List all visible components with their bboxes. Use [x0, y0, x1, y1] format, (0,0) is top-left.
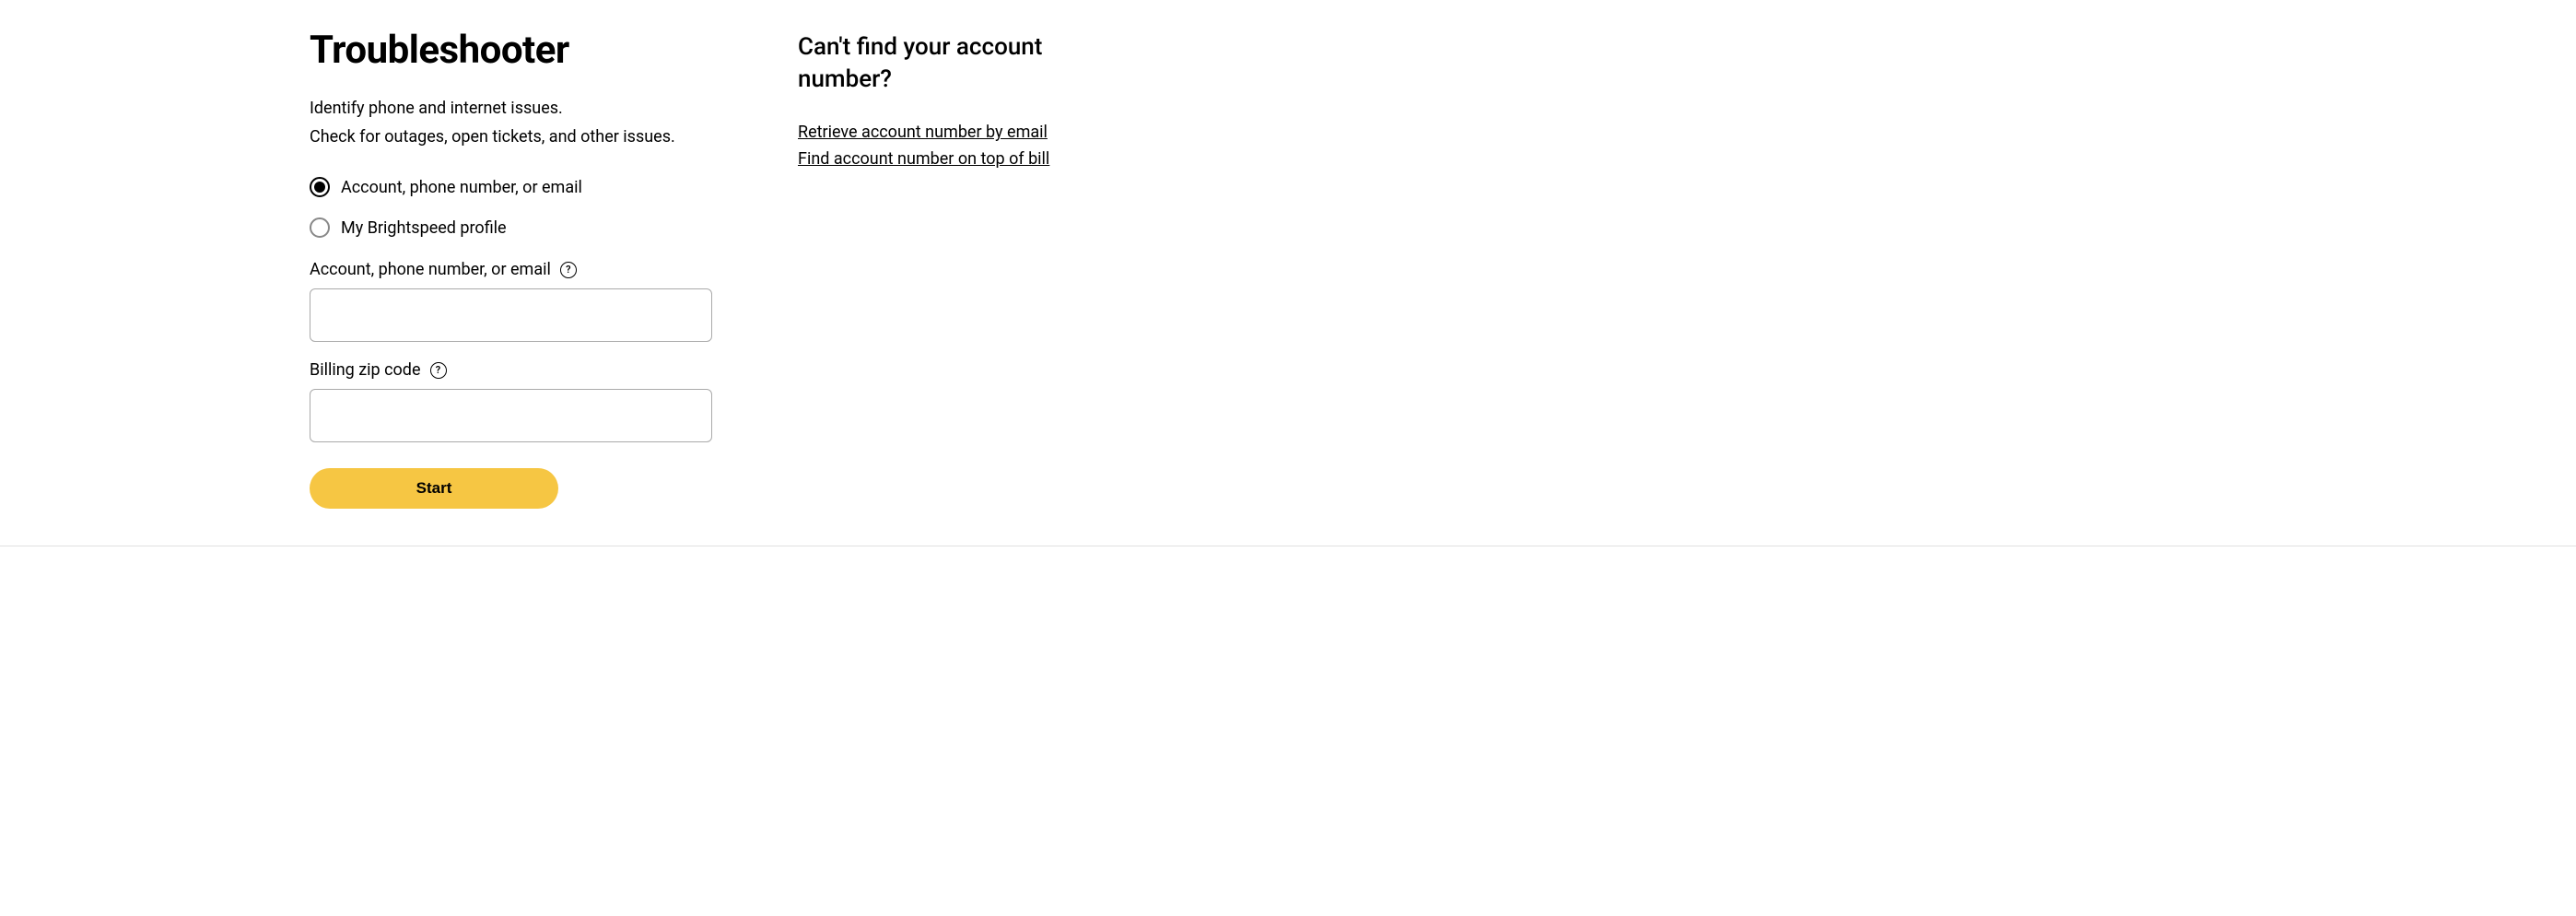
radio-selected-icon: [310, 177, 330, 197]
radio-unselected-icon: [310, 217, 330, 238]
account-input[interactable]: [310, 288, 712, 342]
start-button[interactable]: Start: [310, 468, 558, 509]
subtitle-block: Identify phone and internet issues. Chec…: [310, 95, 733, 151]
radio-dot-icon: [314, 182, 325, 193]
retrieve-by-email-link[interactable]: Retrieve account number by email: [798, 120, 1111, 147]
zip-field-label: Billing zip code: [310, 360, 421, 380]
page-title: Troubleshooter: [310, 28, 733, 73]
lookup-method-radio-group: Account, phone number, or email My Brigh…: [310, 177, 733, 238]
zip-input[interactable]: [310, 389, 712, 442]
radio-label-account: Account, phone number, or email: [341, 178, 582, 197]
subtitle-line-1: Identify phone and internet issues.: [310, 95, 733, 123]
help-heading: Can't find your account number?: [798, 31, 1111, 96]
account-field-label: Account, phone number, or email: [310, 260, 551, 279]
radio-option-profile[interactable]: My Brightspeed profile: [310, 217, 733, 238]
radio-label-profile: My Brightspeed profile: [341, 218, 507, 238]
find-on-bill-link[interactable]: Find account number on top of bill: [798, 147, 1111, 173]
account-field-group: Account, phone number, or email ?: [310, 260, 733, 342]
help-icon[interactable]: ?: [430, 362, 447, 379]
zip-field-group: Billing zip code ?: [310, 360, 733, 442]
subtitle-line-2: Check for outages, open tickets, and oth…: [310, 123, 733, 152]
help-icon[interactable]: ?: [560, 262, 577, 278]
radio-option-account[interactable]: Account, phone number, or email: [310, 177, 733, 197]
